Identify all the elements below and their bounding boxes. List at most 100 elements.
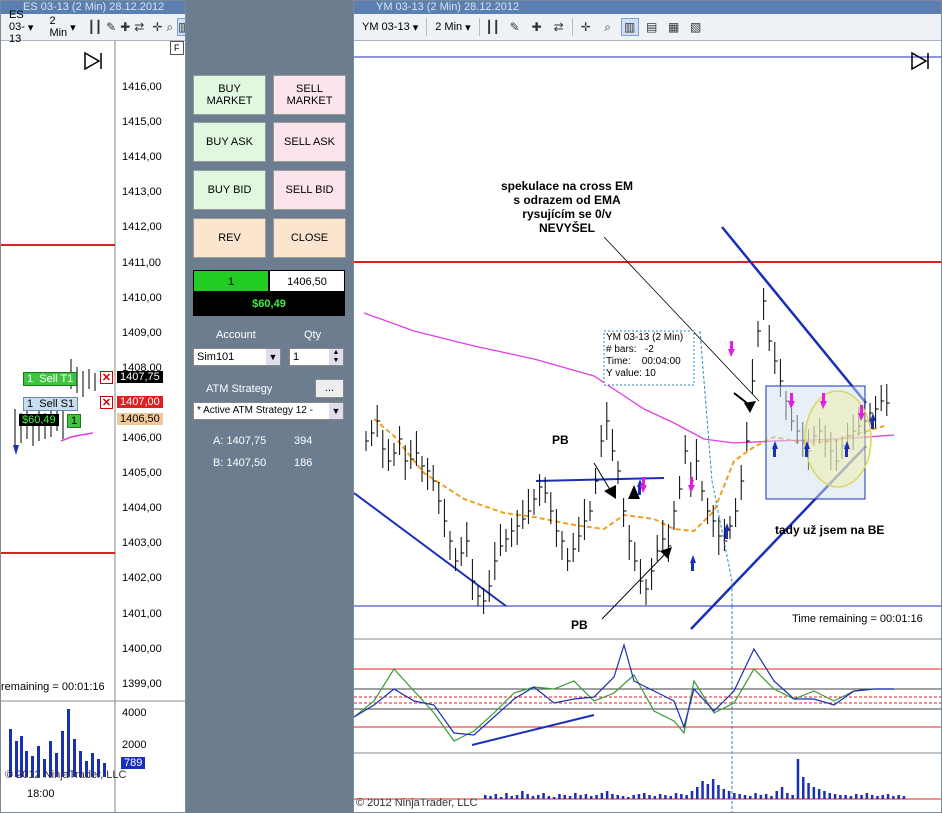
es-toolbar: ES 03-13▾ 2 Min▾ ┃┃ ✎ ✚ ⇄ ✛ ⌕ ▥ <box>1 9 185 45</box>
reverse-button[interactable]: REV <box>193 218 266 258</box>
volume-bar <box>648 795 651 799</box>
es-price-tick: 1411,00 <box>122 256 161 269</box>
atm-strategy-config-button[interactable]: ... <box>315 379 344 398</box>
volume-bar <box>637 794 641 799</box>
volume-bar <box>844 795 847 799</box>
scroll-to-end-icon[interactable] <box>84 51 102 71</box>
volume-bar <box>870 795 874 799</box>
volume-bar <box>632 795 635 799</box>
volume-bar <box>505 793 508 799</box>
volume-bar <box>515 795 519 799</box>
annotation-pb-lower: PB <box>571 618 588 632</box>
chevron-down-icon: ▼ <box>329 403 343 419</box>
volume-bar <box>865 793 869 799</box>
close-position-button[interactable]: CLOSE <box>273 218 346 258</box>
es-volume-tick: 2000 <box>122 739 147 751</box>
position-pnl-tag[interactable]: $60,49 <box>19 414 59 426</box>
pencil-icon[interactable]: ✎ <box>506 18 524 36</box>
crosshair-icon[interactable]: ✛ <box>577 18 595 36</box>
volume-bar <box>860 795 863 799</box>
buy-ask-button[interactable]: BUY ASK <box>193 122 266 162</box>
volume-bar <box>526 794 529 799</box>
chart-trader-panel: F BUY MARKET SELL MARKET BUY ASK SELL AS… <box>170 40 351 813</box>
volume-bar <box>828 793 831 799</box>
es-volume-tick: 4000 <box>122 707 147 719</box>
strategy-icon[interactable]: ⇄ <box>550 18 568 36</box>
volume-bar <box>764 794 768 799</box>
spin-icon[interactable]: ▲ ▼ <box>329 349 343 365</box>
volume-bar <box>696 787 699 799</box>
bar-style-icon[interactable]: ┃┃ <box>484 18 502 36</box>
ask-size: 394 <box>294 435 313 447</box>
es-price-tick: 1400,00 <box>122 642 162 655</box>
atm-strategy-select[interactable]: * Active ATM Strategy 12 - ▼ <box>193 402 344 420</box>
strategy-icon[interactable]: ⇄ <box>134 18 144 36</box>
es-time-remaining: remaining = 00:01:16 <box>1 681 105 693</box>
volume-bar <box>669 796 672 799</box>
qty-stepper[interactable]: 1 ▲ ▼ <box>289 348 344 366</box>
volume-bar <box>489 796 492 799</box>
volume-bar <box>823 791 826 799</box>
templates-icon[interactable]: ▧ <box>687 18 705 36</box>
volume-bar <box>494 794 498 799</box>
sell-ask-button[interactable]: SELL ASK <box>273 122 346 162</box>
zoom-icon[interactable]: ⌕ <box>166 18 173 36</box>
cancel-order-icon[interactable]: ✕ <box>100 371 113 384</box>
volume-bar <box>886 794 890 799</box>
es-price-tick: 1404,00 <box>122 502 162 515</box>
position-qty-tag[interactable]: 1 <box>67 414 82 428</box>
chart-trader-icon[interactable]: ▥ <box>620 18 639 36</box>
zoom-icon[interactable]: ⌕ <box>599 18 617 36</box>
data-box-icon[interactable]: ▤ <box>643 18 661 36</box>
es-chart-window[interactable]: ES 03-13 (2 Min) 28.12.2012 ES 03-13 ▾ 2 … <box>0 0 186 813</box>
volume-bar <box>542 793 545 799</box>
add-indicator-icon[interactable]: ✚ <box>120 18 130 36</box>
volume-bar <box>605 791 609 799</box>
chevron-down-icon: ▾ <box>27 21 34 34</box>
chart-trader-icon[interactable]: ▥ <box>177 18 185 36</box>
es-price-tick: 1406,00 <box>122 432 162 444</box>
volume-bar <box>531 796 535 799</box>
es-price-tick: 1402,00 <box>122 572 162 585</box>
sell-bid-button[interactable]: SELL BID <box>273 170 346 210</box>
account-select[interactable]: Sim101 ▼ <box>193 348 281 366</box>
sell-t1-order-tag[interactable]: 1 Sell T1 <box>23 372 78 386</box>
bar-style-icon[interactable]: ┃┃ <box>88 18 102 36</box>
buy-market-button[interactable]: BUY MARKET <box>193 75 266 115</box>
volume-bar <box>743 795 747 799</box>
es-price-tick: 1416,00 <box>122 81 162 93</box>
ym-instrument-select[interactable]: YM 03-13 ▾ <box>358 19 422 36</box>
add-indicator-icon[interactable]: ✚ <box>528 18 546 36</box>
float-toggle-button[interactable]: F <box>170 41 184 55</box>
chevron-down-icon: ▾ <box>70 21 76 34</box>
crosshair-icon[interactable]: ✛ <box>152 18 162 36</box>
ym-chart-window[interactable]: YM 03-13 (2 Min) 28.12.2012 YM 03-13 ▾ 2 … <box>353 0 942 813</box>
es-interval-select[interactable]: 2 Min ▾ <box>45 13 79 41</box>
volume-bar <box>881 795 884 799</box>
volume-bar <box>727 791 731 799</box>
cancel-order-icon[interactable]: ✕ <box>100 396 113 409</box>
annotation-breakeven: tady už jsem na BE <box>775 523 885 537</box>
volume-bar <box>600 793 604 799</box>
ym-price-chart[interactable] <box>354 41 942 813</box>
es-price-tick: 1415,00 <box>122 116 162 129</box>
annotation-pb-upper: PB <box>552 433 569 447</box>
volume-bar <box>547 796 551 799</box>
sell-s1-order-tag[interactable]: 1 Sell S1 <box>23 397 79 411</box>
volume-bar <box>590 796 593 799</box>
volume-bar <box>574 793 577 799</box>
bid-size: 186 <box>294 457 313 469</box>
properties-icon[interactable]: ▦ <box>665 18 683 36</box>
ym-interval-select[interactable]: 2 Min ▾ <box>431 19 474 36</box>
volume-bar <box>674 793 678 799</box>
buy-bid-button[interactable]: BUY BID <box>193 170 266 210</box>
volume-bar <box>558 794 561 799</box>
es-price-tick: 1414,00 <box>122 151 162 164</box>
scroll-to-end-icon[interactable] <box>911 51 929 71</box>
sell-market-button[interactable]: SELL MARKET <box>273 75 346 115</box>
volume-bar <box>722 789 725 799</box>
volume-bar <box>552 797 556 799</box>
pnl-display: $60,49 <box>193 292 345 316</box>
ym-window-title: YM 03-13 (2 Min) 28.12.2012 <box>354 1 941 14</box>
pencil-icon[interactable]: ✎ <box>106 18 116 36</box>
